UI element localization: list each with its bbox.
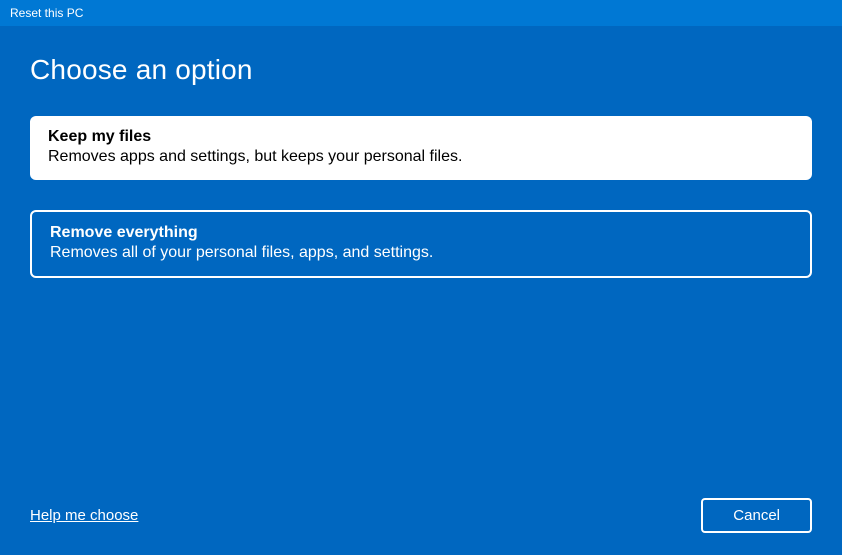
titlebar-title: Reset this PC [10, 6, 83, 20]
option-title: Remove everything [50, 224, 792, 242]
page-heading: Choose an option [30, 54, 812, 86]
cancel-button[interactable]: Cancel [701, 498, 812, 533]
option-title: Keep my files [48, 128, 794, 146]
titlebar: Reset this PC [0, 0, 842, 26]
content-area: Choose an option Keep my files Removes a… [0, 26, 842, 555]
option-keep-my-files[interactable]: Keep my files Removes apps and settings,… [30, 116, 812, 180]
option-description: Removes apps and settings, but keeps you… [48, 148, 794, 166]
option-description: Removes all of your personal files, apps… [50, 244, 792, 262]
footer: Help me choose Cancel [30, 498, 812, 533]
option-remove-everything[interactable]: Remove everything Removes all of your pe… [30, 210, 812, 278]
help-me-choose-link[interactable]: Help me choose [30, 507, 138, 524]
